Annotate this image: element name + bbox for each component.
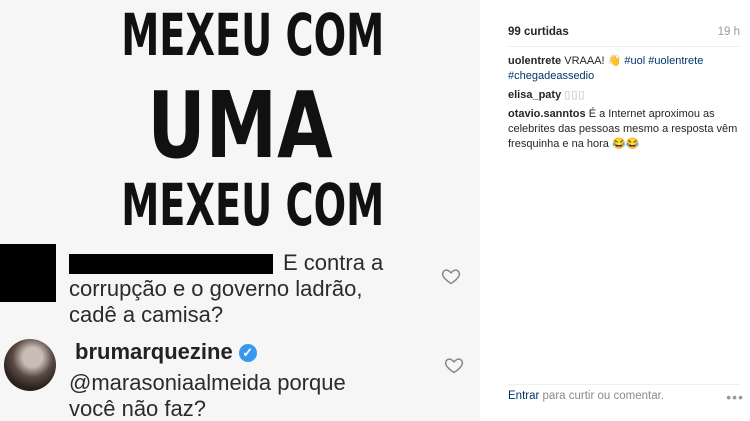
screenshot-comment-2-user: brumarquezine ✓ xyxy=(75,339,257,365)
headline-line-3: MEXEU COM xyxy=(121,171,385,239)
more-options-icon[interactable]: ••• xyxy=(726,390,744,404)
login-link[interactable]: Entrar xyxy=(508,390,539,402)
caption-username[interactable]: uolentrete xyxy=(508,55,561,67)
comment-username[interactable]: otavio.sanntos xyxy=(508,108,586,120)
hashtag-uol[interactable]: #uol xyxy=(624,55,645,67)
hashtag-uolentrete[interactable]: #uolentrete xyxy=(648,55,703,67)
screenshot-comment-2-text: @marasoniaalmeida porque você não faz? xyxy=(69,370,346,421)
add-comment-row: Entrar para curtir ou comentar. ••• xyxy=(508,390,746,408)
verified-badge-icon: ✓ xyxy=(238,344,257,362)
headline-line-2: UMA xyxy=(147,72,333,179)
list-item: otavio.sanntos É a Internet aproximou as… xyxy=(508,107,740,152)
screenshot-comment-1: E contra a corrupção e o governo ladrão,… xyxy=(0,240,480,328)
list-item: elisa_paty ▯▯▯ xyxy=(508,88,740,103)
login-prompt: Entrar para curtir ou comentar. xyxy=(508,390,664,402)
caption: uolentrete VRAAA! 👋 #uol #uolentrete #ch… xyxy=(508,54,740,84)
divider xyxy=(508,46,740,47)
comment-text: ▯▯▯ xyxy=(564,89,586,101)
likes-row: 99 curtidas 19 h xyxy=(508,26,740,44)
divider xyxy=(508,384,740,385)
post-sidebar: 99 curtidas 19 h uolentrete VRAAA! 👋 #uo… xyxy=(496,0,750,421)
heart-icon xyxy=(444,358,464,374)
caption-text: VRAAA! 👋 xyxy=(564,55,622,67)
post-timestamp[interactable]: 19 h xyxy=(718,26,740,38)
screenshot-comment-1-text: E contra a corrupção e o governo ladrão,… xyxy=(69,250,384,327)
headline-line-1: MEXEU COM xyxy=(121,1,385,69)
login-prompt-text: para curtir ou comentar. xyxy=(542,390,664,402)
likes-count[interactable]: 99 curtidas xyxy=(508,26,569,38)
screenshot-comment-2: brumarquezine ✓ @marasoniaalmeida porque … xyxy=(0,335,480,421)
comment-username[interactable]: elisa_paty xyxy=(508,89,561,101)
comments-list: uolentrete VRAAA! 👋 #uol #uolentrete #ch… xyxy=(508,54,740,156)
avatar xyxy=(4,339,56,391)
heart-icon xyxy=(441,269,461,285)
redacted-avatar xyxy=(0,244,56,302)
post-photo[interactable]: MEXEU COM UMA MEXEU COM E contra a corru… xyxy=(0,0,480,421)
hashtag-chegadeassedio[interactable]: #chegadeassedio xyxy=(508,70,594,82)
